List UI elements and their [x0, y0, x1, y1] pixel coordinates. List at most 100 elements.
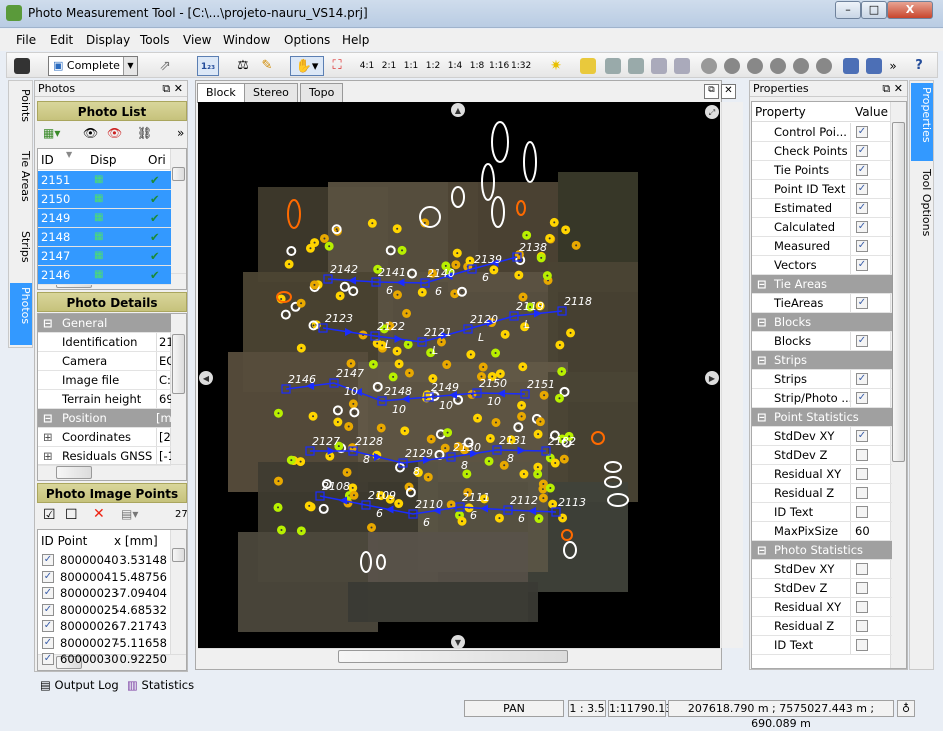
- point-checkbox[interactable]: ✓: [42, 603, 54, 616]
- collapse-icon[interactable]: ⊟: [757, 351, 767, 369]
- image-point-row[interactable]: ✓ 60000030 0.92250: [38, 651, 171, 668]
- point-checkbox[interactable]: ✓: [42, 554, 54, 566]
- map-vertical-scrollbar[interactable]: [721, 102, 743, 648]
- property-row[interactable]: Point ID Text ✓: [752, 180, 892, 199]
- point-checkbox[interactable]: ✓: [42, 620, 54, 632]
- property-row[interactable]: Residual XY: [752, 598, 892, 617]
- property-row[interactable]: ⊞ Coordinates [20: [38, 428, 171, 447]
- property-row[interactable]: Image file C:\: [38, 371, 171, 390]
- pan-hand-icon[interactable]: ✋▾: [290, 56, 324, 76]
- persons-icon[interactable]: [747, 57, 763, 74]
- point-checkbox[interactable]: ✓: [42, 653, 54, 665]
- property-row[interactable]: Strip/Photo ... ✓: [752, 389, 892, 408]
- column-id[interactable]: ID: [41, 153, 54, 167]
- maximize-button[interactable]: □: [861, 1, 887, 19]
- property-checkbox[interactable]: [856, 639, 868, 651]
- column-value[interactable]: Value: [855, 105, 888, 119]
- column-property[interactable]: Property: [755, 105, 806, 119]
- photo-row[interactable]: 2147 ▦ ✔: [38, 247, 171, 266]
- property-checkbox[interactable]: [856, 506, 868, 518]
- category-row[interactable]: ⊟ Blocks: [752, 313, 892, 332]
- tab-stereo[interactable]: Stereo: [244, 83, 298, 102]
- property-checkbox[interactable]: [856, 487, 868, 499]
- toolbar-overflow[interactable]: »: [887, 56, 899, 76]
- property-row[interactable]: StdDev XY ✓: [752, 427, 892, 446]
- vtab-strips[interactable]: Strips: [10, 227, 32, 281]
- property-checkbox[interactable]: [856, 601, 868, 613]
- link-icon[interactable]: [651, 57, 667, 74]
- property-row[interactable]: Residual XY: [752, 465, 892, 484]
- overflow-button[interactable]: »: [177, 126, 184, 140]
- list-options-icon[interactable]: ▤▾: [121, 507, 138, 521]
- column-ori[interactable]: Ori: [148, 153, 166, 167]
- property-checkbox[interactable]: ✓: [856, 259, 868, 271]
- unlink-icon[interactable]: [674, 57, 690, 74]
- save-icon[interactable]: [14, 57, 30, 74]
- lock-icon[interactable]: ♁: [897, 700, 915, 717]
- property-checkbox[interactable]: ✓: [856, 145, 868, 157]
- property-checkbox[interactable]: ✓: [856, 183, 868, 195]
- photo-display-icon[interactable]: ▦: [94, 228, 103, 246]
- property-row[interactable]: Control Poi... ✓: [752, 123, 892, 142]
- property-row[interactable]: ID Text: [752, 503, 892, 522]
- vertical-scrollbar[interactable]: [170, 530, 186, 654]
- stereo-eye-icon[interactable]: 👁: [107, 126, 122, 140]
- uncheck-all-icon[interactable]: ☐: [65, 507, 78, 523]
- property-row[interactable]: Calculated ✓: [752, 218, 892, 237]
- menu-window[interactable]: Window: [223, 33, 270, 47]
- photo-display-icon[interactable]: ▦: [94, 209, 103, 227]
- tab-topo[interactable]: Topo: [300, 83, 344, 102]
- sphere-icon[interactable]: [724, 57, 740, 74]
- photo-icon[interactable]: [605, 57, 621, 74]
- property-checkbox[interactable]: [856, 563, 868, 575]
- photo-display-icon[interactable]: ▦: [94, 190, 103, 208]
- collapse-icon[interactable]: ⊟: [757, 541, 767, 559]
- property-row[interactable]: Measured ✓: [752, 237, 892, 256]
- photo-row[interactable]: 2151 ▦ ✔: [38, 171, 171, 190]
- close-icon[interactable]: ⧉ ✕: [162, 81, 183, 96]
- binoculars-icon[interactable]: ⛓: [137, 126, 152, 140]
- property-checkbox[interactable]: [856, 582, 868, 594]
- property-row[interactable]: StdDev Z: [752, 446, 892, 465]
- property-checkbox[interactable]: ✓: [856, 297, 868, 309]
- property-checkbox[interactable]: ✓: [856, 164, 868, 176]
- property-row[interactable]: Camera EO: [38, 352, 171, 371]
- category-row[interactable]: ⊟ Strips: [752, 351, 892, 370]
- globe-icon[interactable]: [701, 57, 717, 74]
- zoom-1-16-button[interactable]: 1:16: [489, 56, 509, 76]
- property-checkbox[interactable]: ✓: [856, 335, 868, 347]
- point-checkbox[interactable]: ✓: [42, 587, 54, 599]
- photo-pair-icon[interactable]: [628, 57, 644, 74]
- photo-display-icon[interactable]: ▦: [94, 171, 103, 189]
- property-row[interactable]: Terrain height 69:: [38, 390, 171, 409]
- vtab-photos[interactable]: Photos: [10, 283, 32, 345]
- property-row[interactable]: Residual Z: [752, 484, 892, 503]
- image-point-row[interactable]: ✓ 80000026 -7.21743: [38, 618, 171, 635]
- tab-block[interactable]: Block: [197, 83, 245, 103]
- tab-statistics[interactable]: ▥ Statistics: [127, 678, 194, 692]
- menu-file[interactable]: File: [16, 33, 36, 47]
- category-row[interactable]: ⊟ Photo Statistics: [752, 541, 892, 560]
- vtab-properties[interactable]: Properties: [911, 83, 933, 161]
- property-checkbox[interactable]: [856, 468, 868, 480]
- restore-view-button[interactable]: ⧉: [704, 84, 719, 99]
- search-globe-icon[interactable]: [793, 57, 809, 74]
- property-checkbox[interactable]: ✓: [856, 202, 868, 214]
- point-checkbox[interactable]: ✓: [42, 570, 54, 583]
- zoom-1-4-button[interactable]: 1:4: [445, 56, 465, 76]
- zoom-2-1-button[interactable]: 2:1: [379, 56, 399, 76]
- property-row[interactable]: MaxPixSize 60: [752, 522, 892, 541]
- category-row[interactable]: ⊟ Position [m]: [38, 409, 171, 428]
- property-row[interactable]: StdDev XY: [752, 560, 892, 579]
- compass-icon[interactable]: ⚖: [233, 56, 253, 76]
- property-row[interactable]: Residual Z: [752, 617, 892, 636]
- property-row[interactable]: Vectors ✓: [752, 256, 892, 275]
- menu-options[interactable]: Options: [284, 33, 330, 47]
- property-row[interactable]: Blocks ✓: [752, 332, 892, 351]
- check-all-icon[interactable]: ☑: [43, 507, 56, 523]
- delete-icon[interactable]: ✕: [93, 506, 105, 522]
- collapse-icon[interactable]: ⊟: [43, 314, 53, 332]
- menu-tools[interactable]: Tools: [140, 33, 170, 47]
- photo-row[interactable]: 2150 ▦ ✔: [38, 190, 171, 209]
- sun-icon[interactable]: ✷: [547, 56, 565, 76]
